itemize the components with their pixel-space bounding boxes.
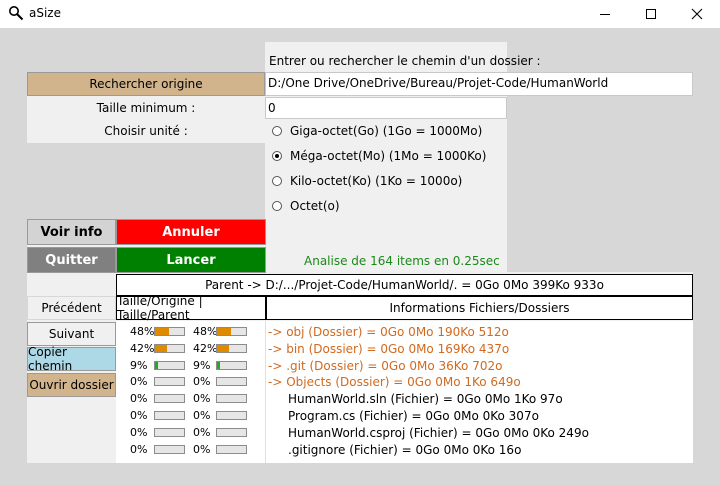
parent-size-bar: [216, 427, 247, 437]
origin-percent: 0%: [130, 425, 148, 439]
maximize-button[interactable]: [628, 0, 674, 28]
size-row: 0% 0%: [116, 442, 266, 458]
parent-percent: 48%: [193, 325, 218, 338]
file-entry[interactable]: HumanWorld.csproj (Fichier) = 0Go 0Mo 0K…: [288, 426, 589, 440]
folder-entry[interactable]: -> .git (Dossier) = 0Go 0Mo 36Ko 702o: [268, 359, 502, 373]
magnifier-icon: [9, 6, 24, 21]
origin-percent: 48%: [130, 325, 155, 338]
minimize-icon: [600, 14, 610, 15]
sizes-list: 48% 48% 42% 42% 9% 9% 0% 0% 0% 0% 0% 0% 0% 0% 0% 0%: [116, 321, 266, 463]
origin-size-bar-fill: [155, 344, 168, 352]
origin-size-bar: [154, 360, 185, 370]
close-icon: [691, 8, 703, 20]
left-gap: [27, 143, 265, 219]
parent-percent: 0%: [193, 442, 211, 456]
unit-label: Choisir unité :: [104, 124, 188, 138]
unit-option-label: Kilo-octet(Ko) (1Ko = 1000o): [290, 174, 463, 188]
origin-size-bar: [154, 327, 185, 336]
folder-entry[interactable]: -> obj (Dossier) = 0Go 0Mo 190Ko 512o: [268, 325, 509, 339]
radio-button[interactable]: [272, 176, 282, 186]
minimize-button[interactable]: [582, 0, 628, 28]
min-size-input[interactable]: 0: [265, 97, 507, 119]
cancel-button[interactable]: Annuler: [116, 219, 266, 245]
parent-size-bar: [216, 394, 247, 404]
size-row: 0% 0%: [116, 408, 266, 424]
origin-size-bar: [154, 411, 185, 420]
parent-percent: 0%: [193, 392, 211, 406]
top-left-gap: [27, 42, 265, 72]
radio-button[interactable]: [272, 151, 282, 161]
next-button[interactable]: Suivant: [27, 322, 116, 346]
origin-percent: 9%: [130, 358, 148, 372]
size-row: 48% 48%: [116, 324, 266, 340]
origin-percent: 0%: [130, 375, 148, 389]
origin-size-bar: [154, 394, 185, 404]
size-row: 0% 0%: [116, 374, 266, 390]
parent-size-bar: [216, 377, 247, 387]
origin-percent: 0%: [130, 442, 148, 456]
parent-percent: 42%: [193, 341, 218, 355]
origin-percent: 42%: [130, 341, 155, 355]
origin-size-bar-fill: [155, 328, 169, 335]
radio-button[interactable]: [272, 201, 282, 211]
launch-button[interactable]: Lancer: [116, 247, 266, 273]
min-size-label: Taille minimum :: [96, 101, 196, 115]
right-gap: [507, 96, 693, 272]
previous-button[interactable]: Précédent: [27, 296, 116, 320]
info-header: Informations Fichiers/Dossiers: [266, 296, 693, 320]
unit-option[interactable]: Méga-octet(Mo) (1Mo = 1000Ko): [272, 149, 486, 163]
window-title: aSize: [29, 6, 61, 20]
maximize-icon: [646, 9, 656, 19]
parent-percent: 0%: [193, 375, 211, 389]
parent-size-bar: [216, 444, 247, 454]
parent-size-bar: [216, 343, 247, 353]
folder-entry[interactable]: -> bin (Dossier) = 0Go 0Mo 169Ko 437o: [268, 342, 509, 356]
info-list[interactable]: -> obj (Dossier) = 0Go 0Mo 190Ko 512o -> …: [266, 321, 693, 463]
parent-size-bar-fill: [217, 361, 220, 369]
file-entry[interactable]: Program.cs (Fichier) = 0Go 0Mo 0Ko 307o: [288, 409, 539, 423]
open-folder-button[interactable]: Ouvrir dossier: [27, 373, 116, 397]
path-prompt: Entrer ou rechercher le chemin d'un doss…: [269, 54, 541, 68]
origin-size-bar-fill: [155, 361, 158, 369]
folder-entry[interactable]: -> Objects (Dossier) = 0Go 0Mo 1Ko 649o: [268, 375, 521, 389]
status-text: Analise de 164 items en 0.25sec: [304, 254, 500, 268]
parent-percent: 9%: [193, 358, 211, 372]
origin-size-bar: [154, 343, 185, 353]
unit-option-label: Octet(o): [290, 199, 340, 213]
parent-percent: 0%: [193, 425, 211, 439]
origin-percent: 0%: [130, 409, 148, 422]
unit-option[interactable]: Kilo-octet(Ko) (1Ko = 1000o): [272, 174, 462, 188]
parent-size-bar-fill: [217, 344, 230, 352]
path-input[interactable]: D:/One Drive/OneDrive/Bureau/Projet-Code…: [265, 72, 693, 96]
radio-button[interactable]: [272, 126, 282, 136]
copy-path-button[interactable]: Copier chemin: [27, 345, 116, 373]
unit-option-label: Giga-octet(Go) (1Go = 1000Mo): [290, 124, 483, 138]
origin-size-bar: [154, 444, 185, 454]
view-info-button[interactable]: Voir info: [27, 219, 116, 245]
origin-size-bar: [154, 377, 185, 387]
parent-size-bar: [216, 327, 247, 336]
file-entry[interactable]: .gitignore (Fichier) = 0Go 0Mo 0Ko 16o: [288, 443, 521, 457]
file-entry[interactable]: HumanWorld.sln (Fichier) = 0Go 0Mo 1Ko 9…: [288, 392, 563, 406]
unit-option[interactable]: Octet(o): [272, 199, 340, 213]
parent-size-bar: [216, 411, 247, 420]
search-origin-button[interactable]: Rechercher origine: [27, 72, 265, 96]
parent-size-bar-fill: [217, 328, 231, 335]
unit-option-label: Méga-octet(Mo) (1Mo = 1000Ko): [290, 149, 487, 163]
sizes-header: Taille/Origine | Taille/Parent: [116, 294, 266, 322]
unit-option[interactable]: Giga-octet(Go) (1Go = 1000Mo): [272, 124, 482, 138]
size-row: 42% 42%: [116, 341, 266, 357]
parent-path: Parent -> D:/.../Projet-Code/HumanWorld/…: [116, 274, 693, 296]
close-button[interactable]: [674, 0, 720, 28]
parent-size-bar: [216, 360, 247, 370]
size-row: 0% 0%: [116, 425, 266, 441]
parent-percent: 0%: [193, 409, 211, 422]
quit-button[interactable]: Quitter: [27, 247, 116, 273]
origin-size-bar: [154, 427, 185, 437]
size-row: 9% 9%: [116, 358, 266, 374]
size-row: 0% 0%: [116, 391, 266, 407]
origin-percent: 0%: [130, 392, 148, 406]
